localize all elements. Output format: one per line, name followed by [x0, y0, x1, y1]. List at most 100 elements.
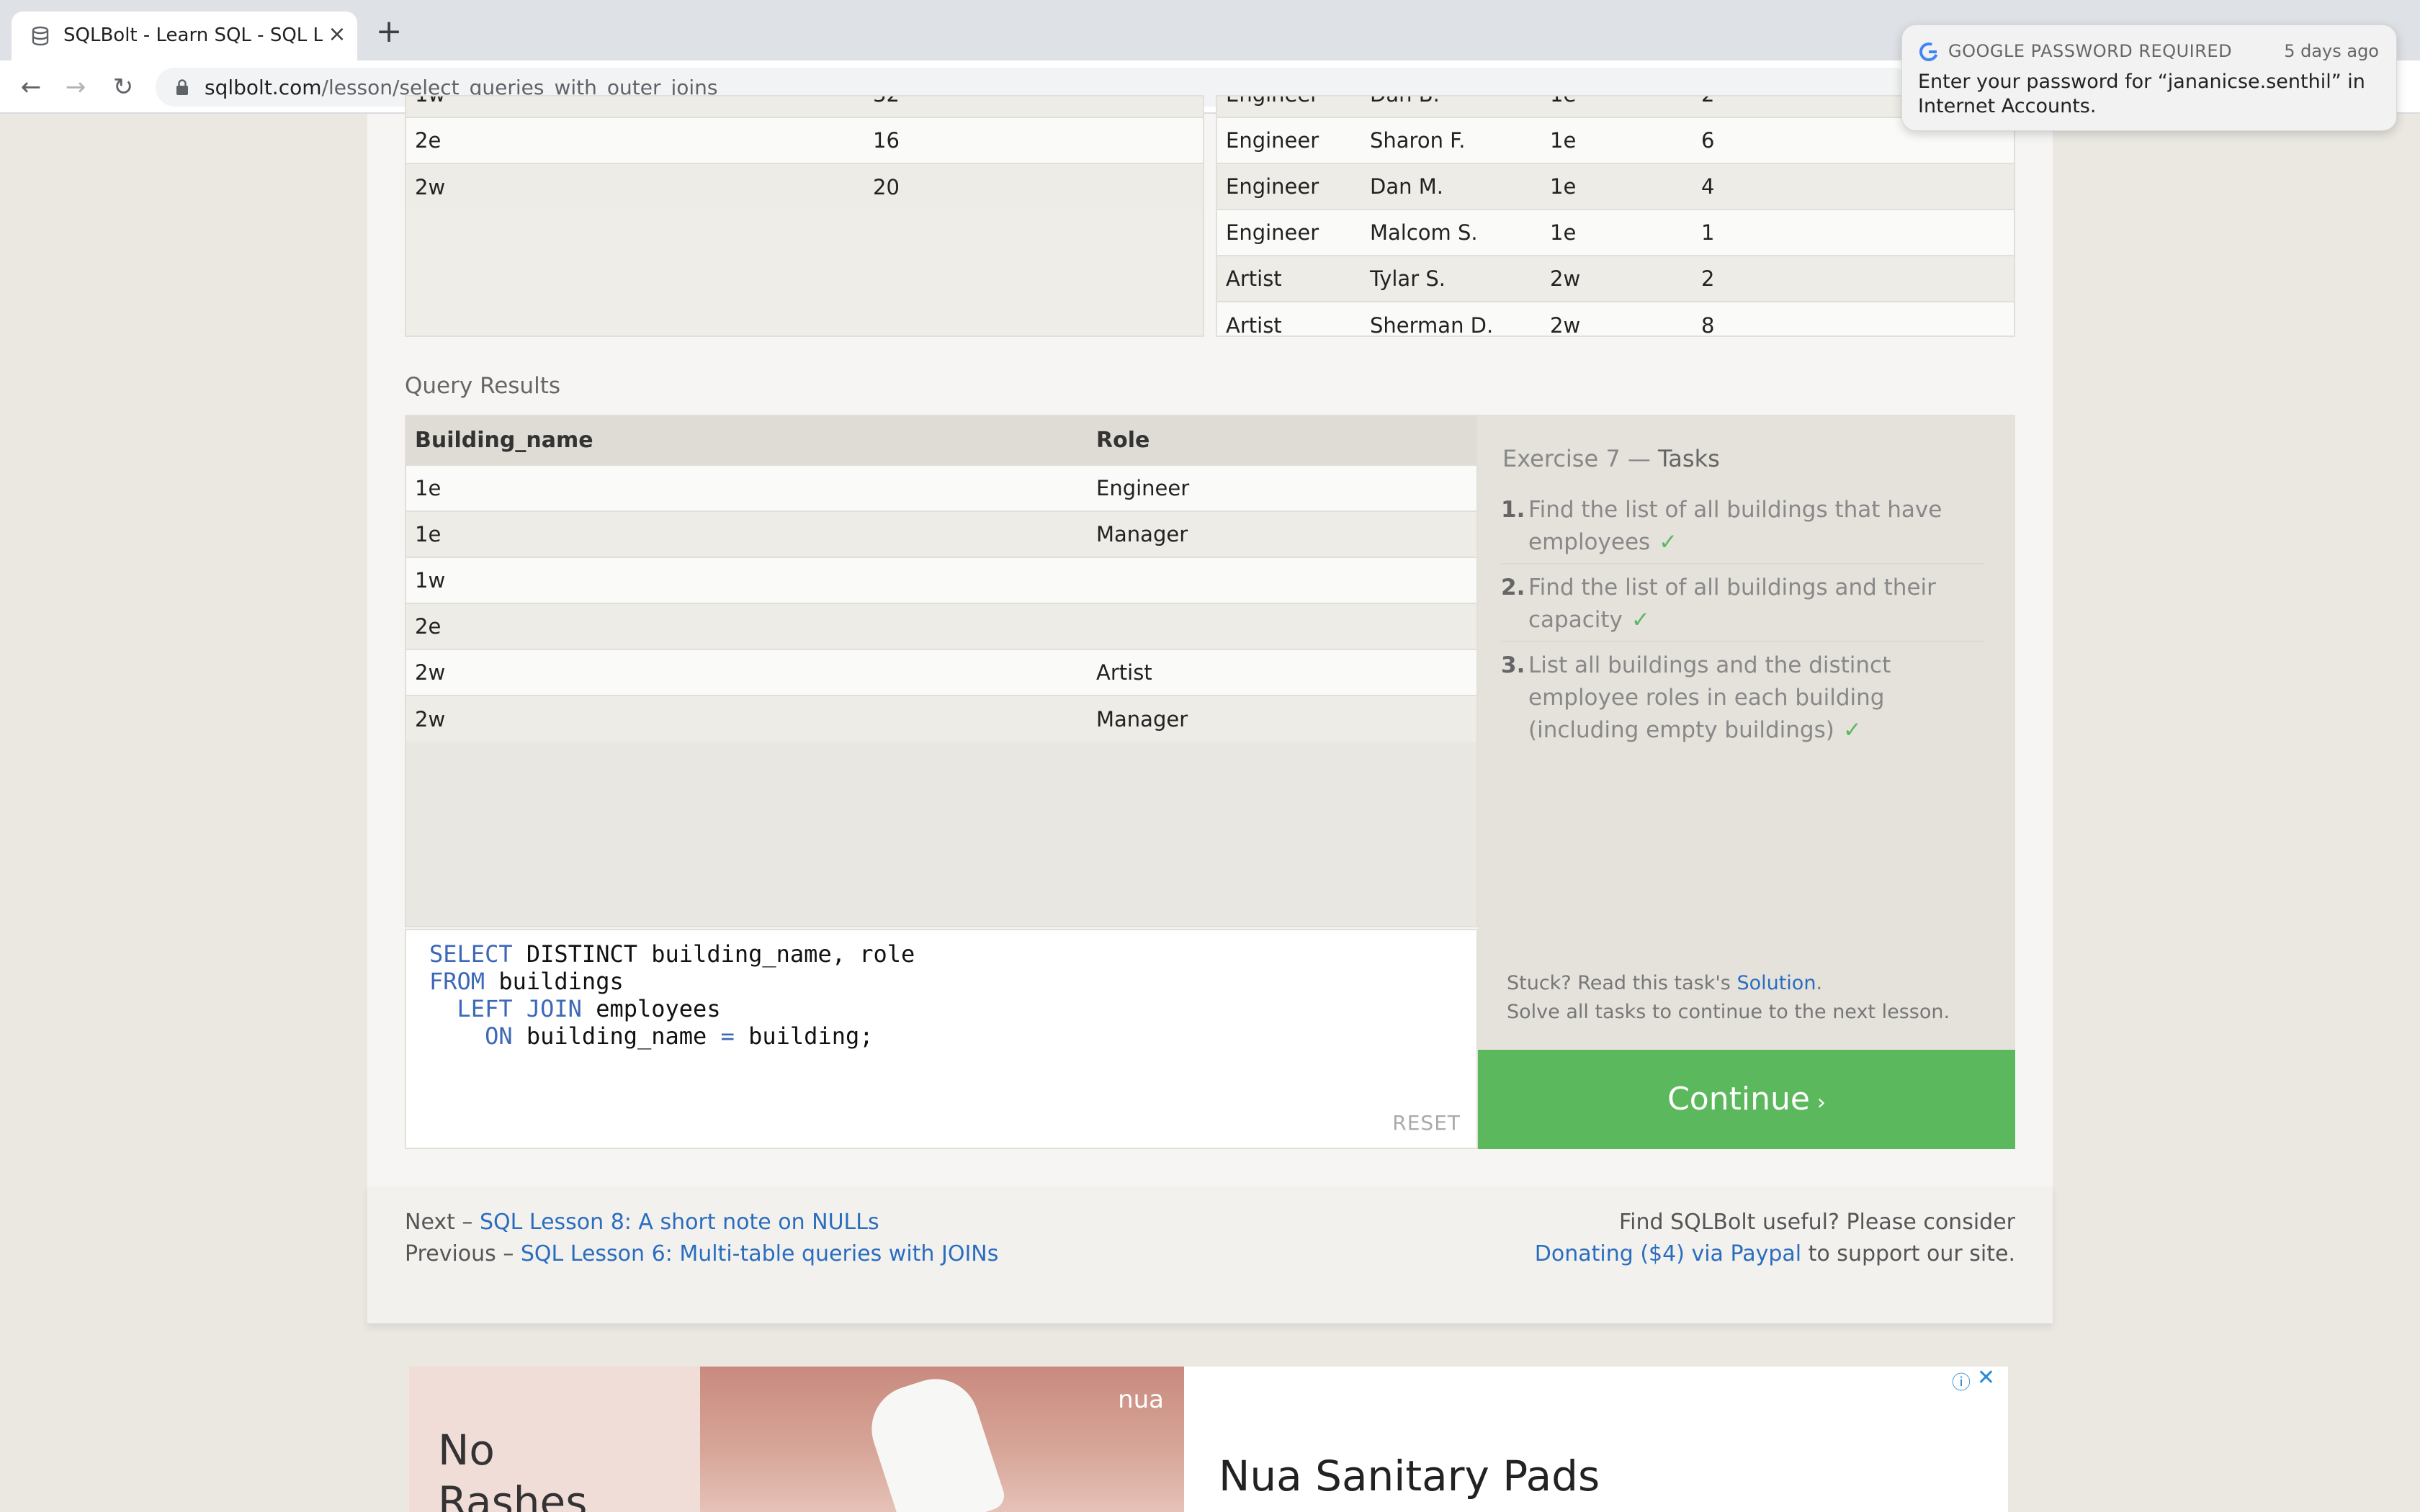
table-cell: 2w [406, 649, 1088, 696]
table-cell: 2e [406, 117, 864, 163]
table-cell: 1e [1541, 96, 1693, 117]
table-cell: Engineer [1217, 209, 1361, 256]
table-cell: Tylar S. [1361, 255, 1541, 302]
table-cell: Artist [1217, 301, 1361, 336]
table-cell: Dan M. [1361, 163, 1541, 210]
chevron-right-icon: › [1816, 1090, 1826, 1115]
donate-link[interactable]: Donating ($4) via Paypal [1535, 1241, 1801, 1266]
back-arrow-icon[interactable]: ← [16, 72, 46, 102]
tasks-panel: Exercise 7 — Tasks 1. Find the list of al… [1478, 415, 2015, 1050]
table-cell: 2w [406, 695, 1088, 742]
task-item-2: 2. Find the list of all buildings and the… [1501, 572, 1984, 642]
table-cell: 1e [406, 510, 1088, 557]
results-row: 1e Manager [406, 510, 1476, 557]
table-cell: Artist [1217, 255, 1361, 302]
table-cell: 1e [1541, 209, 1693, 256]
ad-tagline: No Rashes [438, 1426, 588, 1512]
previous-lesson-link[interactable]: SQL Lesson 6: Multi-table queries with J… [521, 1241, 999, 1266]
reset-button[interactable]: RESET [1392, 1111, 1461, 1135]
results-row: 1e Engineer [406, 464, 1476, 511]
buildings-row: 1w32 [406, 96, 1203, 117]
stuck-hint: Stuck? Read this task's Solution. Solve … [1507, 972, 1950, 1023]
task-item-1: 1. Find the list of all buildings that ha… [1501, 494, 1984, 564]
table-cell: 1e [1541, 163, 1693, 210]
table-cell: Engineer [1088, 464, 1476, 511]
employees-row: Engineer Sharon F. 1e 6 [1217, 117, 2014, 163]
table-cell: 1w [406, 96, 864, 117]
table-cell: Manager [1088, 510, 1476, 557]
table-cell: Engineer [1217, 163, 1361, 210]
table-cell: 2w [1541, 255, 1693, 302]
table-cell: Manager [1088, 695, 1476, 742]
tab-close-icon[interactable]: × [324, 22, 350, 48]
table-cell: 8 [1693, 301, 2014, 336]
ad-text-panel: No Rashes [409, 1367, 700, 1512]
employees-row: Engineer Malcom S. 1e 1 [1217, 209, 2014, 256]
task-item-3: 3. List all buildings and the distinct em… [1501, 652, 1891, 743]
table-cell: 2 [1693, 255, 2014, 302]
buildings-row: 2w 20 [406, 163, 1203, 210]
table-cell: Malcom S. [1361, 209, 1541, 256]
table-cell: 1e [406, 464, 1088, 511]
query-results-label: Query Results [405, 373, 561, 399]
employees-row: EngineerDan B.1e2 [1217, 96, 2014, 117]
results-row: 2e [406, 603, 1476, 649]
employees-row: Artist Sherman D. 2w 8 [1217, 301, 2014, 336]
table-cell: Engineer [1217, 117, 1361, 163]
table-cell: 16 [864, 117, 1203, 163]
table-cell: Dan B. [1361, 96, 1541, 117]
solution-link[interactable]: Solution [1736, 972, 1816, 994]
results-row: 2w Artist [406, 649, 1476, 696]
notification-time: 5 days ago [2284, 41, 2379, 61]
advertisement-banner[interactable]: No Rashes nua Nua Sanitary Pads ⓘ ✕ [409, 1367, 2008, 1512]
table-cell: 20 [864, 163, 1203, 210]
buildings-row: 2e 16 [406, 117, 1203, 163]
browser-tab-sqlbolt[interactable]: SQLBolt - Learn SQL - SQL Lesson × [12, 12, 357, 60]
next-lesson-link[interactable]: SQL Lesson 8: A short note on NULLs [480, 1210, 879, 1235]
query-results-table: Building_name Role 1e Engineer 1e Manager 1w… [405, 415, 1478, 927]
results-row: 2w Manager [406, 695, 1476, 742]
google-icon [1919, 42, 1938, 61]
donation-note: Find SQLBolt useful? Please consider Don… [1534, 1210, 2015, 1266]
table-cell: 1e [1541, 117, 1693, 163]
ad-product-image: nua [700, 1367, 1184, 1512]
reload-icon[interactable]: ↻ [108, 72, 138, 102]
ad-headline[interactable]: Nua Sanitary Pads [1219, 1452, 1600, 1500]
table-cell: Artist [1088, 649, 1476, 696]
password-notification[interactable]: GOOGLE PASSWORD REQUIRED 5 days ago Ente… [1901, 24, 2397, 131]
table-cell [1088, 603, 1476, 649]
notification-body: Enter your password for “jananicse.senth… [1918, 71, 2365, 117]
table-cell: 2e [406, 603, 1088, 649]
table-cell: Sharon F. [1361, 117, 1541, 163]
employees-row: Engineer Dan M. 1e 4 [1217, 163, 2014, 210]
buildings-table: 1w322e162w20 [405, 95, 1204, 337]
lock-icon [176, 79, 188, 95]
tab-title: SQLBolt - Learn SQL - SQL Lesson [63, 24, 323, 46]
results-header-building: Building_name [406, 416, 1088, 465]
checkmark-icon: ✓ [1659, 529, 1678, 555]
employees-row: Artist Tylar S. 2w 2 [1217, 255, 2014, 302]
table-cell: 1 [1693, 209, 2014, 256]
sql-code[interactable]: SELECT DISTINCT building_name, role FROM… [429, 940, 915, 1050]
continue-button[interactable]: Continue › [1478, 1050, 2015, 1149]
checkmark-icon: ✓ [1842, 717, 1862, 743]
table-cell: 2w [1541, 301, 1693, 336]
table-cell: 4 [1693, 163, 2014, 210]
table-cell: Sherman D. [1361, 301, 1541, 336]
sanitary-pad-shape [860, 1367, 1008, 1512]
forward-arrow-icon[interactable]: → [60, 72, 91, 102]
ad-close-icon[interactable]: ✕ [1977, 1367, 1995, 1390]
employees-table: EngineerDan B.1e2EngineerSharon F.1e6Eng… [1216, 95, 2015, 337]
table-cell [1088, 557, 1476, 603]
sql-editor[interactable]: SELECT DISTINCT building_name, role FROM… [405, 929, 1478, 1149]
table-cell: 32 [864, 96, 1203, 117]
results-row: 1w [406, 557, 1476, 603]
ad-info-icon[interactable]: ⓘ [1952, 1368, 1971, 1395]
table-cell: 2w [406, 163, 864, 210]
exercise-heading: Exercise 7 — Tasks [1502, 445, 1720, 472]
checkmark-icon: ✓ [1631, 607, 1650, 633]
table-cell: Engineer [1217, 96, 1361, 117]
ad-brand-logo: nua [1118, 1385, 1164, 1414]
results-header-row: Building_name Role [406, 416, 1476, 465]
new-tab-plus-icon[interactable]: + [375, 16, 403, 48]
